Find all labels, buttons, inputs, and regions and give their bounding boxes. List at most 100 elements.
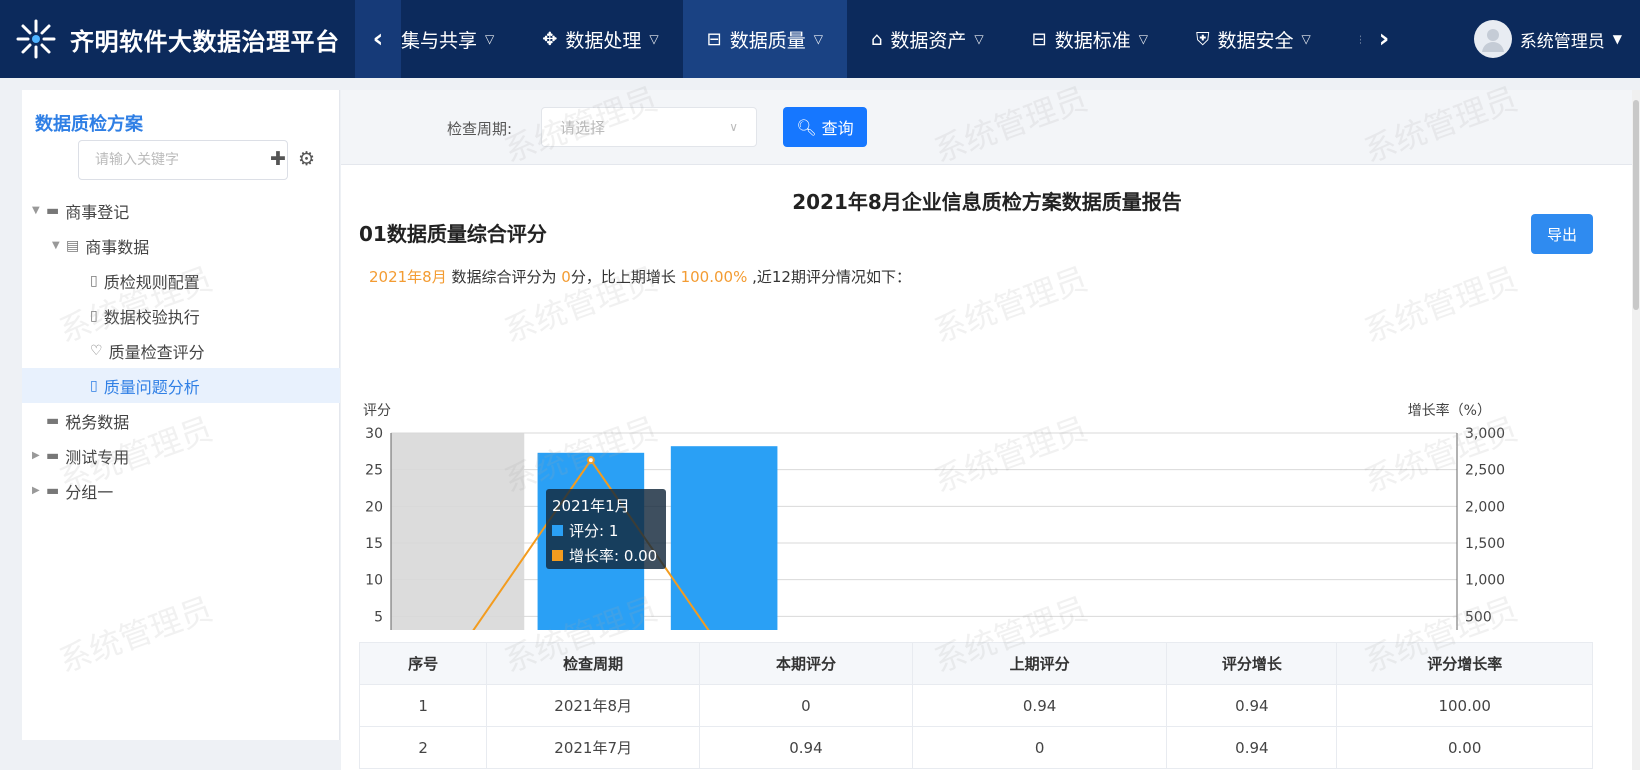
nav-label: 数据标准 bbox=[1054, 29, 1131, 52]
nav-item-layers[interactable]: ≋ bbox=[1335, 0, 1361, 78]
gear-icon[interactable]: ⚙ bbox=[298, 148, 315, 170]
y-axis-title: 评分 bbox=[363, 403, 391, 419]
starburst-logo-icon bbox=[16, 19, 56, 59]
folder-icon: ▬ bbox=[46, 447, 60, 464]
tree-search-input[interactable] bbox=[78, 140, 288, 180]
export-button[interactable]: 导出 bbox=[1531, 214, 1593, 254]
query-button-label: 查询 bbox=[821, 119, 854, 138]
nav-item-data-standards[interactable]: ⊟ 数据标准 ▽ bbox=[1008, 0, 1172, 78]
summary-score: 0 bbox=[561, 268, 571, 286]
y2-tick-label: 2,000 bbox=[1465, 499, 1505, 515]
table-cell: 0 bbox=[699, 684, 913, 727]
filter-bar: 检查周期: 请选择 ∨ 🔍︎ 查询 bbox=[341, 90, 1633, 165]
table-header-cell: 本期评分 bbox=[699, 642, 913, 685]
table-header-cell: 评分增长 bbox=[1166, 642, 1338, 685]
tree-node[interactable]: ▶ ▬ 测试专用 bbox=[22, 438, 340, 473]
tree-node[interactable]: ♡ 质量检查评分 bbox=[22, 333, 340, 368]
nav-label: 集与共享 bbox=[401, 29, 478, 52]
chevron-down-icon: ▽ bbox=[649, 32, 659, 46]
move-icon: ✥ bbox=[542, 28, 558, 50]
caret-down-icon[interactable]: ▼ bbox=[32, 205, 46, 216]
table-header-cell: 检查周期 bbox=[486, 642, 701, 685]
report-icon: ⊟ bbox=[1031, 28, 1047, 50]
scheme-tree: ▼ ▬ 商事登记 ▼ ▤ 商事数据 ▯ 质检规则配置 ▯ 数据校验执行 ♡ 质量检查评分 ▯ 质量问题分析… bbox=[22, 193, 340, 508]
summary-period: 2021年8月 bbox=[369, 268, 447, 286]
tree-node[interactable]: ▼ ▤ 商事数据 bbox=[22, 228, 340, 263]
scrollbar-thumb[interactable] bbox=[1633, 100, 1639, 310]
table-cell: 0.94 bbox=[1166, 684, 1338, 727]
avatar bbox=[1473, 20, 1512, 58]
table-header-cell: 评分增长率 bbox=[1336, 642, 1593, 685]
summary-text-1: 数据综合评分为 bbox=[446, 268, 562, 286]
nav-label: 数据质量 bbox=[729, 29, 806, 52]
caret-down-icon[interactable]: ▼ bbox=[52, 240, 66, 251]
summary-text-3: ,近12期评分情况如下： bbox=[747, 268, 911, 286]
table-cell: 0.94 bbox=[699, 726, 913, 769]
growth-rate-point bbox=[586, 456, 595, 465]
main-nav: 集与共享 ▽ ✥ 数据处理 ▽ ⊟ 数据质量 ▽ ⌂ 数据资产 ▽ ⊟ 数据标准… bbox=[401, 0, 1361, 78]
tooltip-growth: 增长率: 0.00 bbox=[569, 547, 658, 565]
caret-right-icon[interactable]: ▶ bbox=[32, 450, 46, 461]
main-content: 检查周期: 请选择 ∨ 🔍︎ 查询 2021年8月企业信息质检方案数据质量报告 … bbox=[341, 90, 1633, 770]
table-cell: 100.00 bbox=[1336, 684, 1593, 727]
tree-node-label: 分组一 bbox=[65, 482, 114, 502]
user-name: 系统管理员 bbox=[1519, 31, 1605, 52]
tree-node-label: 商事登记 bbox=[65, 202, 130, 222]
nav-item-data-assets[interactable]: ⌂ 数据资产 ▽ bbox=[847, 0, 1008, 78]
page-scrollbar[interactable] bbox=[1632, 90, 1640, 770]
caret-right-icon[interactable]: ▶ bbox=[32, 485, 46, 496]
table-cell: 0 bbox=[911, 726, 1168, 769]
nav-label: 数据安全 bbox=[1217, 29, 1294, 52]
tree-node[interactable]: ▯ 质量问题分析 bbox=[22, 368, 340, 403]
y2-axis-title: 增长率（%） bbox=[1408, 402, 1491, 419]
search-icon: 🔍︎ bbox=[796, 117, 817, 137]
app-logo[interactable]: 齐明软件大数据治理平台 bbox=[0, 0, 355, 78]
chevron-down-icon: ∨ bbox=[729, 120, 738, 134]
nav-item-collect-share[interactable]: 集与共享 ▽ bbox=[401, 0, 518, 78]
nav-item-data-processing[interactable]: ✥ 数据处理 ▽ bbox=[518, 0, 682, 78]
user-menu[interactable]: 系统管理员 ▼ bbox=[1473, 0, 1622, 78]
tooltip-title: 2021年1月 bbox=[552, 497, 630, 515]
add-icon[interactable]: ✚ bbox=[270, 148, 286, 170]
table-cell: 1 bbox=[358, 684, 488, 727]
report-icon: ⊟ bbox=[706, 28, 722, 50]
tree-node[interactable]: ▯ 质检规则配置 bbox=[22, 263, 340, 298]
folder-icon: ▬ bbox=[46, 202, 60, 219]
hover-highlight-band bbox=[391, 433, 525, 630]
folder-icon: ▬ bbox=[46, 482, 60, 499]
folder-icon: ▬ bbox=[46, 412, 60, 429]
y-tick-label: 5 bbox=[374, 609, 383, 625]
nav-item-data-quality[interactable]: ⊟ 数据质量 ▽ bbox=[682, 0, 847, 78]
legend-swatch-score bbox=[552, 525, 563, 536]
tree-node[interactable]: ▯ 数据校验执行 bbox=[22, 298, 340, 333]
table-cell: 0.00 bbox=[1336, 726, 1593, 769]
chart-tooltip: 2021年1月 评分: 1 增长率: 0.00 bbox=[546, 489, 666, 569]
tree-node[interactable]: ▬ 税务数据 bbox=[22, 403, 340, 438]
sidebar-title: 数据质检方案 bbox=[35, 114, 143, 135]
section-title: 01数据质量综合评分 bbox=[359, 222, 547, 246]
query-button[interactable]: 🔍︎ 查询 bbox=[783, 107, 867, 147]
tree-node[interactable]: ▶ ▬ 分组一 bbox=[22, 473, 340, 508]
nav-label: 数据处理 bbox=[565, 29, 642, 52]
period-select[interactable]: 请选择 ∨ bbox=[541, 107, 757, 147]
y2-tick-label: 1,000 bbox=[1465, 573, 1505, 589]
table-cell: 2 bbox=[358, 726, 488, 769]
nav-item-data-security[interactable]: ⛨ 数据安全 ▽ bbox=[1172, 0, 1335, 78]
tree-node[interactable]: ▼ ▬ 商事登记 bbox=[22, 193, 340, 228]
nav-label: 数据资产 bbox=[890, 29, 967, 52]
tree-node-label: 数据校验执行 bbox=[103, 307, 200, 327]
sidebar: 数据质检方案 ✚ ⚙ ▼▬商事登记▼▤商事数据▯质检规则配置▯数据校验执行♡质量… bbox=[22, 90, 340, 740]
chevron-down-icon: ▽ bbox=[485, 32, 495, 46]
nav-scroll-right-button[interactable]: › bbox=[1361, 0, 1407, 78]
nav-scroll-left-button[interactable]: ‹ bbox=[355, 0, 401, 78]
file-icon: ▯ bbox=[90, 307, 98, 324]
chevron-down-icon: ▽ bbox=[813, 32, 823, 46]
period-placeholder: 请选择 bbox=[560, 118, 606, 137]
y-tick-label: 30 bbox=[365, 426, 383, 442]
top-navigation-bar: 齐明软件大数据治理平台 ‹ 集与共享 ▽ ✥ 数据处理 ▽ ⊟ 数据质量 ▽ ⌂… bbox=[0, 0, 1640, 78]
table-row: 2 2021年7月 0.94 0 0.94 0.00 bbox=[358, 726, 1593, 769]
tree-node-label: 质量检查评分 bbox=[108, 342, 205, 362]
table-header-row: 序号 检查周期 本期评分 上期评分 评分增长 评分增长率 bbox=[358, 642, 1593, 685]
shield-icon: ⛨ bbox=[1195, 28, 1210, 50]
chevron-down-icon: ▽ bbox=[1138, 32, 1148, 46]
